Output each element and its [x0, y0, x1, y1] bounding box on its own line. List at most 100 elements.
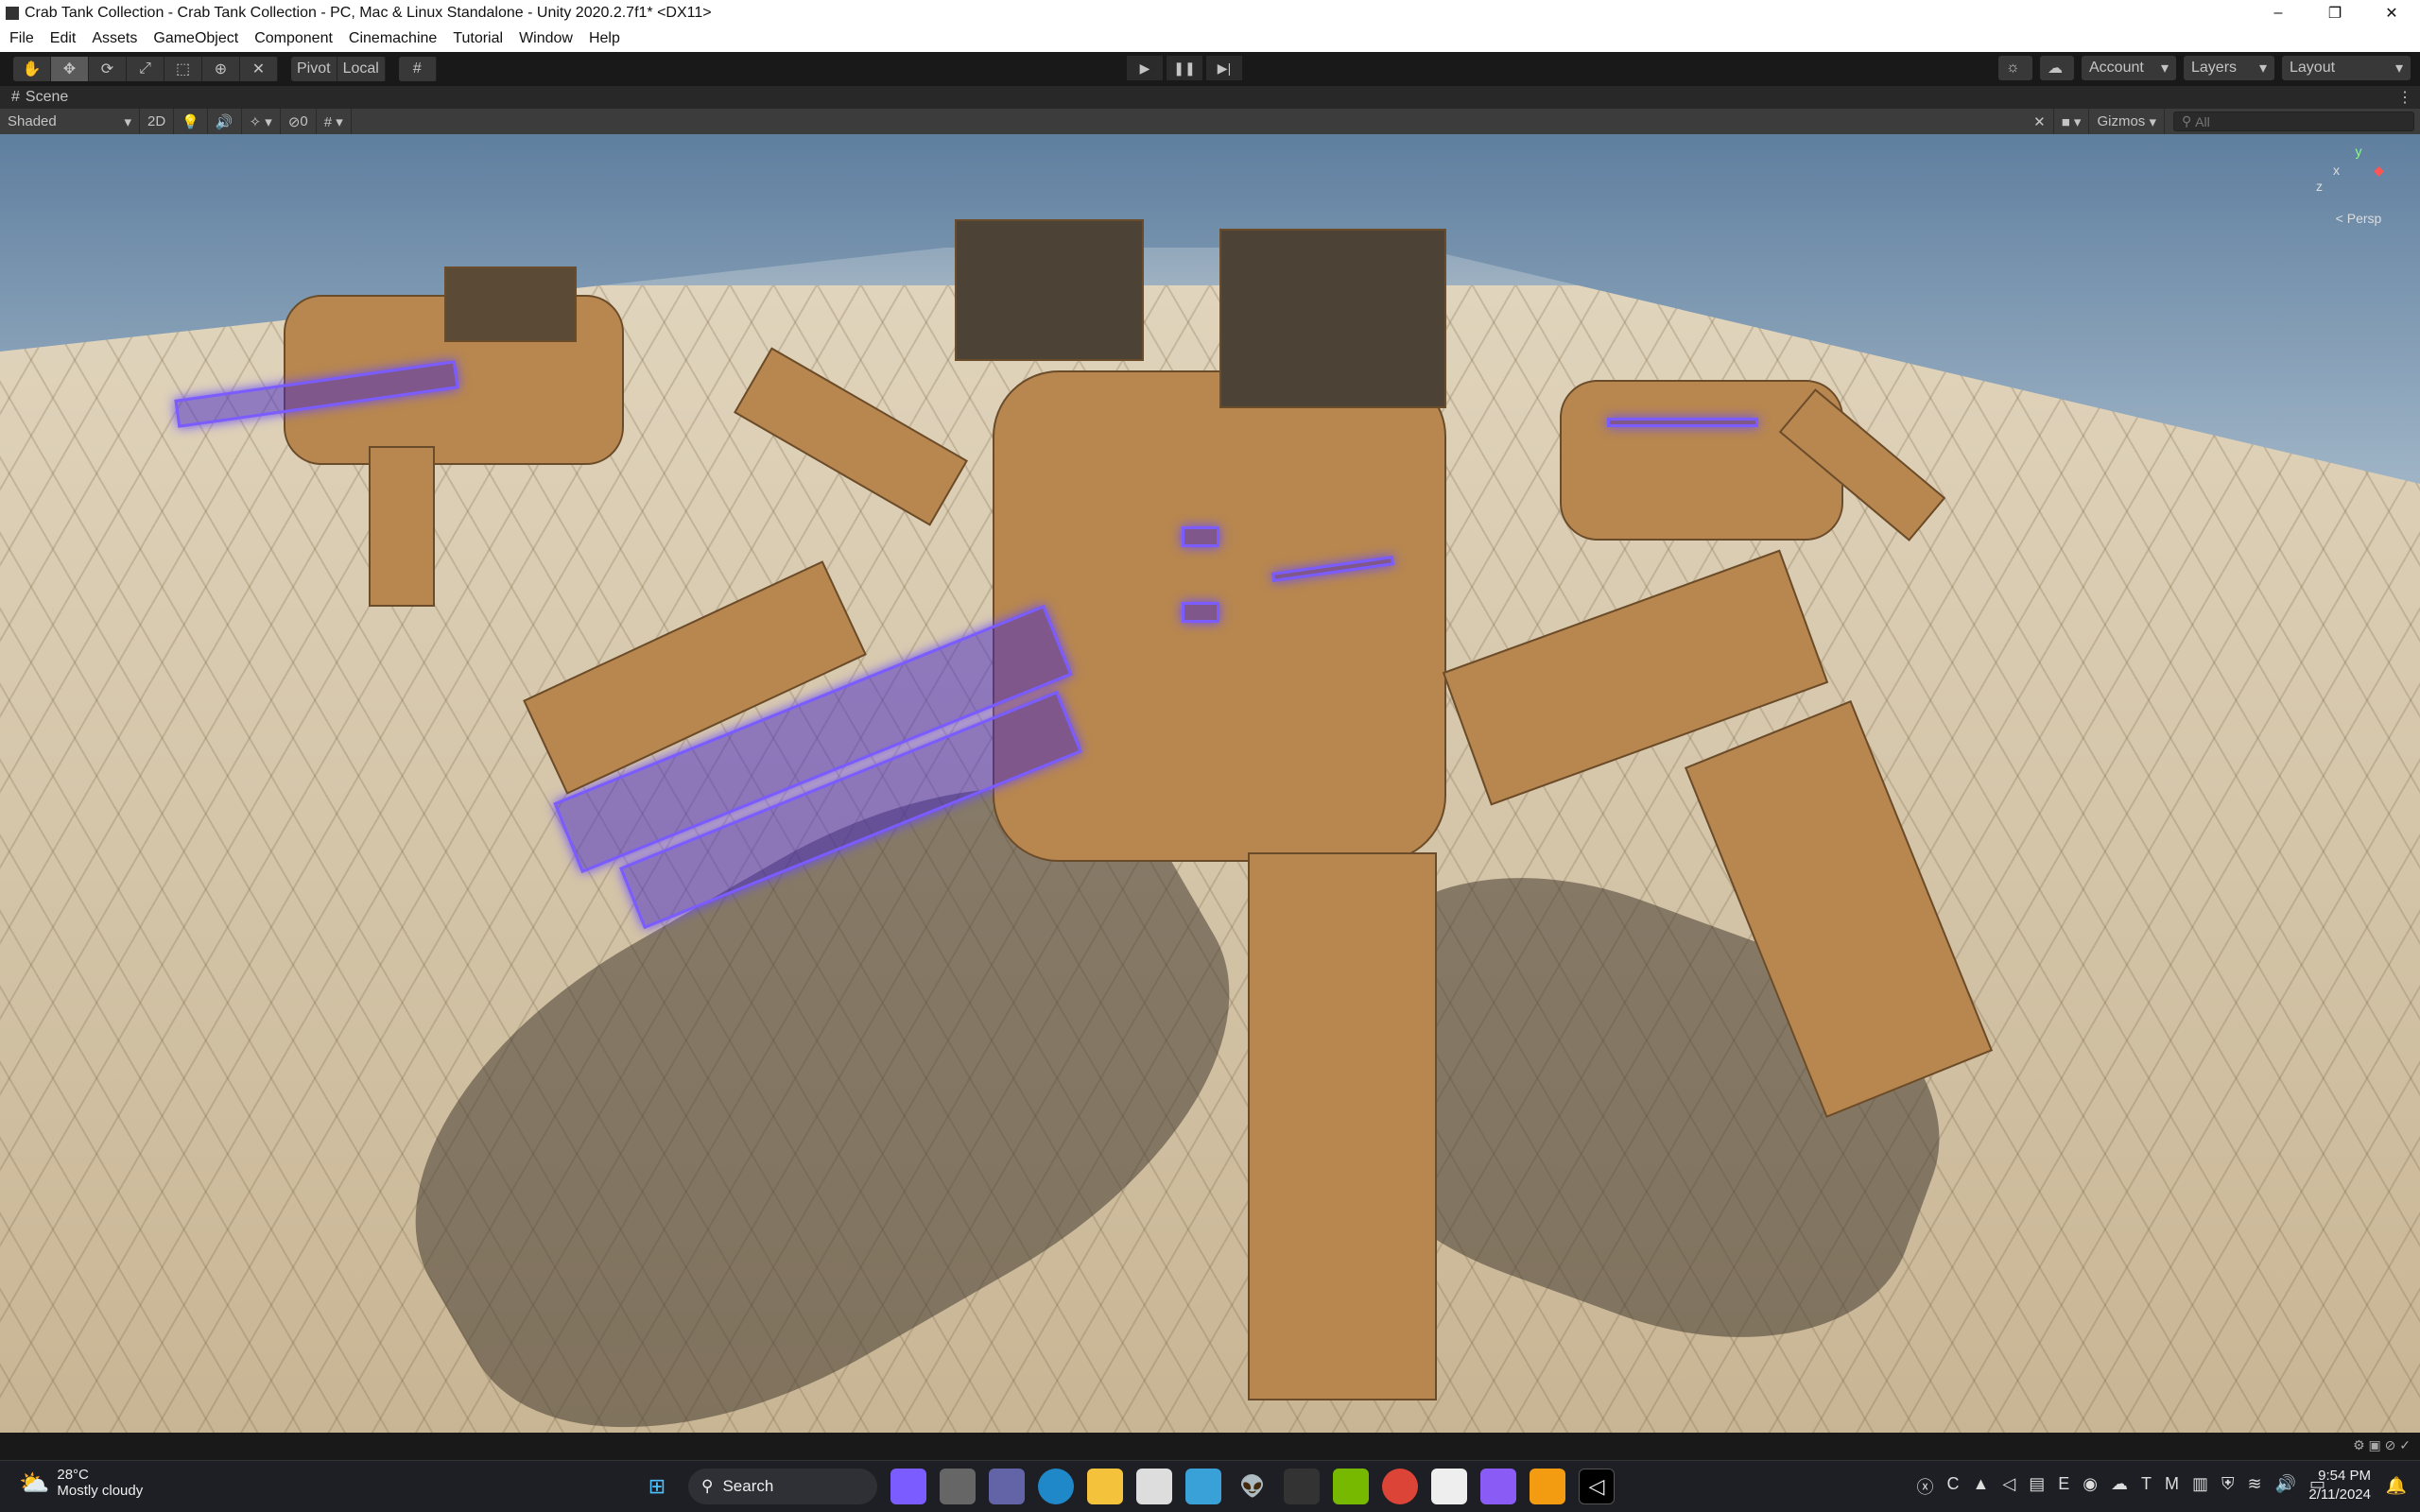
unity-taskbar-icon[interactable]: ◁ — [1579, 1469, 1615, 1504]
audio-icon[interactable]: 🔊 — [208, 109, 242, 134]
rect-tool-icon[interactable]: ⬚ — [164, 57, 202, 81]
services-icon[interactable]: ☼ — [1998, 56, 2032, 80]
system-tray[interactable]: ⓧ C ▲ ◁ ▤ E ◉ ☁ T M ▥ ⛨ ≋ 🔊 ▭ — [1917, 1474, 2325, 1499]
menu-assets[interactable]: Assets — [92, 30, 137, 47]
pivot-button[interactable]: Pivot — [291, 57, 337, 81]
lighting-icon[interactable]: 💡 — [174, 109, 208, 134]
unity-hub-icon[interactable]: ◁ — [2002, 1474, 2015, 1499]
hand-tool-icon[interactable]: ✋ — [13, 57, 51, 81]
custom-tool-icon[interactable]: ✕ — [240, 57, 278, 81]
tray-app-icon[interactable]: ▤ — [2029, 1474, 2045, 1499]
rotate-tool-icon[interactable]: ⟳ — [89, 57, 127, 81]
cloud-icon[interactable]: ☁ — [2040, 56, 2074, 80]
layers-label: Layers — [2191, 60, 2238, 76]
pause-button[interactable]: ❚❚ — [1167, 56, 1202, 80]
play-button[interactable]: ▶ — [1127, 56, 1163, 80]
close-button[interactable]: ✕ — [2363, 0, 2420, 26]
task-view-icon[interactable] — [940, 1469, 976, 1504]
store-icon[interactable] — [1136, 1469, 1172, 1504]
account-dropdown[interactable]: Account ▾ — [2082, 56, 2176, 80]
maximize-button[interactable]: ❐ — [2307, 0, 2363, 26]
chrome-icon[interactable] — [1382, 1469, 1418, 1504]
search-icon: ⚲ — [701, 1477, 714, 1495]
tools-icon[interactable]: ✕ — [2026, 109, 2054, 134]
menu-tutorial[interactable]: Tutorial — [453, 30, 503, 47]
layout-dropdown[interactable]: Layout ▾ — [2282, 56, 2411, 80]
edge-icon[interactable] — [1038, 1469, 1074, 1504]
crab-tank-turret — [444, 266, 577, 342]
taskbar-search[interactable]: ⚲ Search — [688, 1469, 877, 1504]
gizmos-label: Gizmos — [2097, 113, 2146, 129]
gizmos-dropdown[interactable]: Gizmos ▾ — [2089, 109, 2165, 134]
crab-leg — [369, 446, 435, 607]
move-tool-icon[interactable]: ✥ — [51, 57, 89, 81]
scene-search-input[interactable]: ⚲ All — [2173, 112, 2414, 131]
effects-icon[interactable]: ✧ ▾ — [242, 109, 281, 134]
weather-widget[interactable]: ⛅ 28°C Mostly cloudy — [19, 1467, 143, 1499]
layers-dropdown[interactable]: Layers ▾ — [2184, 56, 2274, 80]
clock[interactable]: 9:54 PM 2/11/2024 — [2308, 1467, 2371, 1504]
minimize-button[interactable]: – — [2250, 0, 2307, 26]
grid-icon[interactable]: # ▾ — [317, 109, 352, 134]
file-explorer-icon[interactable] — [1087, 1469, 1123, 1504]
status-icons[interactable]: ⚙ ▣ ⊘ ✓ — [2353, 1437, 2411, 1453]
tray-app-icon[interactable]: ▲ — [1973, 1474, 1990, 1499]
scale-tool-icon[interactable]: ⤢ — [127, 57, 164, 81]
teams-tray-icon[interactable]: T — [2141, 1474, 2152, 1499]
crab-leg — [1248, 852, 1437, 1400]
shading-dropdown[interactable]: Shaded ▾ — [0, 109, 140, 134]
axis-z-label: z — [2316, 179, 2323, 194]
status-bar: ⚙ ▣ ⊘ ✓ — [0, 1433, 2420, 1461]
perspective-toggle[interactable]: < Persp — [2316, 211, 2401, 226]
search-placeholder: All — [2195, 113, 2210, 129]
menu-window[interactable]: Window — [519, 30, 573, 47]
hidden-count: 0 — [300, 113, 308, 129]
unity-icon — [6, 6, 19, 20]
scene-viewport[interactable]: y x ◆ z < Persp — [0, 134, 2420, 1433]
sublime-icon[interactable] — [1530, 1469, 1565, 1504]
scene-tab-icon: # — [11, 89, 20, 105]
alienware-icon[interactable]: 👽 — [1235, 1469, 1270, 1504]
camera-icon[interactable]: ■ ▾ — [2054, 109, 2090, 134]
security-icon[interactable]: ⛨ — [2221, 1474, 2235, 1499]
nvidia-icon[interactable] — [1333, 1469, 1369, 1504]
orientation-gizmo[interactable]: y x ◆ z < Persp — [2316, 144, 2401, 248]
hidden-objects-toggle[interactable]: ⊘ 0 — [281, 109, 317, 134]
tray-app-icon[interactable]: ◉ — [2083, 1474, 2098, 1499]
more-options-icon[interactable]: ⋮ — [2397, 88, 2412, 107]
wifi-icon[interactable]: ≋ — [2247, 1474, 2261, 1499]
windows-start-icon[interactable]: ⊞ — [639, 1469, 675, 1504]
local-button[interactable]: Local — [337, 57, 386, 81]
menu-edit[interactable]: Edit — [50, 30, 77, 47]
clipchamp-icon[interactable] — [1480, 1469, 1516, 1504]
onedrive-icon[interactable]: ☁ — [2111, 1474, 2128, 1499]
scene-tab[interactable]: Scene — [26, 89, 68, 106]
app-icon[interactable] — [1284, 1469, 1320, 1504]
window-title: Crab Tank Collection - Crab Tank Collect… — [25, 4, 712, 21]
2d-toggle[interactable]: 2D — [140, 109, 175, 134]
volume-icon[interactable]: 🔊 — [2275, 1474, 2296, 1499]
paint-icon[interactable] — [1185, 1469, 1221, 1504]
title-bar: Crab Tank Collection - Crab Tank Collect… — [0, 0, 2420, 26]
step-button[interactable]: ▶| — [1206, 56, 1242, 80]
rocket-pod — [955, 219, 1144, 361]
weather-text: Mostly cloudy — [57, 1483, 144, 1499]
snipping-tool-icon[interactable] — [1431, 1469, 1467, 1504]
menu-help[interactable]: Help — [589, 30, 620, 47]
menu-component[interactable]: Component — [254, 30, 333, 47]
notification-icon[interactable]: 🔔 — [2386, 1476, 2407, 1496]
menu-cinemachine[interactable]: Cinemachine — [349, 30, 437, 47]
epic-icon[interactable]: E — [2058, 1474, 2069, 1499]
tray-app-icon[interactable]: C — [1947, 1474, 1960, 1499]
menu-gameobject[interactable]: GameObject — [153, 30, 238, 47]
copilot-icon[interactable] — [890, 1469, 926, 1504]
xbox-icon[interactable]: ⓧ — [1917, 1474, 1934, 1499]
menu-file[interactable]: File — [9, 30, 34, 47]
transform-tool-icon[interactable]: ⊕ — [202, 57, 240, 81]
teams-icon[interactable] — [989, 1469, 1025, 1504]
laser-visor — [1607, 418, 1758, 427]
layout-label: Layout — [2290, 60, 2336, 76]
mcafee-icon[interactable]: M — [2165, 1474, 2179, 1499]
tray-app-icon[interactable]: ▥ — [2192, 1474, 2208, 1499]
grid-snap-icon[interactable]: # — [399, 57, 437, 81]
